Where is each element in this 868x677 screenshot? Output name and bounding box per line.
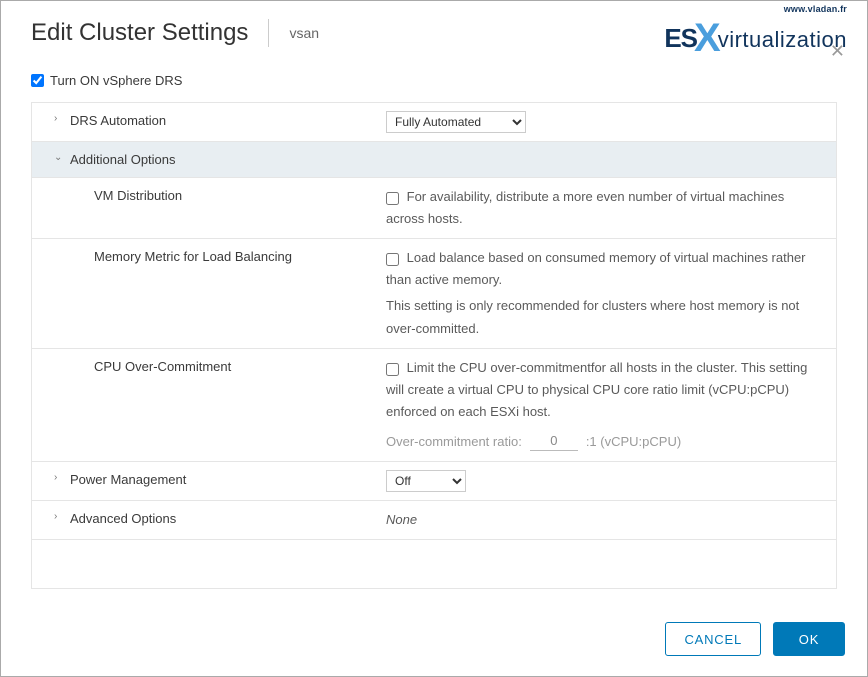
chevron-right-icon: › [54,472,64,483]
advanced-options-value: None [386,512,417,527]
chevron-right-icon: › [54,113,64,124]
memory-metric-desc2: This setting is only recommended for clu… [386,295,822,339]
row-memory-metric: Memory Metric for Load Balancing Load ba… [32,239,836,348]
memory-metric-label: Memory Metric for Load Balancing [94,249,292,264]
edit-cluster-dialog: Edit Cluster Settings vsan www.vladan.fr… [0,0,868,677]
memory-metric-checkbox[interactable] [386,253,399,266]
logo-virt: virtualization [718,29,847,51]
advanced-options-label: Advanced Options [70,511,176,526]
turn-on-drs-label: Turn ON vSphere DRS [50,73,182,88]
logo-es: ES [664,25,697,51]
row-vm-distribution: VM Distribution For availability, distri… [32,178,836,239]
power-mgmt-select[interactable]: Off [386,470,466,492]
dialog-title: Edit Cluster Settings [31,19,248,47]
power-mgmt-label: Power Management [70,472,186,487]
logo-watermark: www.vladan.fr ES X virtualization [664,5,847,54]
cancel-button[interactable]: CANCEL [665,622,761,656]
chevron-right-icon: › [54,511,64,522]
vm-distribution-desc: For availability, distribute a more even… [386,189,784,226]
additional-options-label: Additional Options [70,152,176,167]
row-drs-automation[interactable]: › DRS Automation Fully Automated [32,103,836,142]
overcommit-ratio-row: Over-commitment ratio: :1 (vCPU:pCPU) [386,431,822,453]
dialog-footer: CANCEL OK [1,604,867,676]
cpu-overcommit-desc: Limit the CPU over-commitmentfor all hos… [386,360,807,419]
row-power-mgmt[interactable]: › Power Management Off [32,462,836,501]
cpu-overcommit-label: CPU Over-Commitment [94,359,231,374]
dialog-header: Edit Cluster Settings vsan www.vladan.fr… [1,1,867,63]
vm-distribution-checkbox[interactable] [386,192,399,205]
row-cpu-overcommit: CPU Over-Commitment Limit the CPU over-c… [32,349,836,462]
cpu-overcommit-checkbox[interactable] [386,363,399,376]
close-icon[interactable]: ✕ [830,41,845,62]
logo-url: www.vladan.fr [784,5,847,14]
drs-automation-select[interactable]: Fully Automated [386,111,526,133]
row-advanced-options[interactable]: › Advanced Options None [32,501,836,540]
chevron-down-icon: ⌄ [54,152,64,163]
vm-distribution-label: VM Distribution [94,188,182,203]
overcommit-ratio-label: Over-commitment ratio: [386,431,522,453]
dialog-body: Turn ON vSphere DRS › DRS Automation Ful… [1,63,867,604]
overcommit-ratio-suffix: :1 (vCPU:pCPU) [586,431,681,453]
drs-automation-label: DRS Automation [70,113,166,128]
ok-button[interactable]: OK [773,622,845,656]
row-additional-options[interactable]: ⌄ Additional Options [32,142,836,178]
memory-metric-desc: Load balance based on consumed memory of… [386,250,806,287]
overcommit-ratio-input[interactable] [530,433,578,451]
spacer-row [32,540,836,588]
header-divider [268,19,269,47]
dialog-subtitle: vsan [289,25,319,41]
turn-on-drs-checkbox[interactable] [31,74,44,87]
logo-x: X [694,18,721,58]
turn-on-drs-row[interactable]: Turn ON vSphere DRS [31,63,837,102]
settings-table: › DRS Automation Fully Automated ⌄ Addit… [31,102,837,589]
